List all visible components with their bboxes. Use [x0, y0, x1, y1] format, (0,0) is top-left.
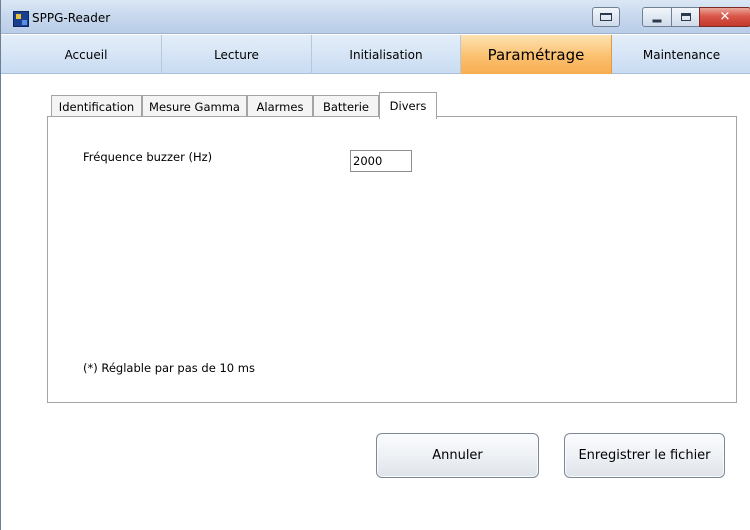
buzzer-frequency-input[interactable] [350, 150, 412, 172]
step-note: (*) Réglable par pas de 10 ms [83, 361, 255, 375]
main-nav: Accueil Lecture Initialisation Paramétra… [1, 35, 750, 74]
subtab-batterie[interactable]: Batterie [313, 95, 379, 118]
subtab-mesure-gamma[interactable]: Mesure Gamma [142, 95, 247, 118]
save-file-button[interactable]: Enregistrer le fichier [564, 433, 725, 478]
minimize-button[interactable] [642, 7, 672, 27]
subtab-alarmes[interactable]: Alarmes [247, 95, 313, 118]
window-title: SPPG-Reader [32, 11, 111, 25]
nav-tab-accueil[interactable]: Accueil [11, 35, 162, 74]
restore-glyph-icon [600, 13, 612, 21]
cancel-button[interactable]: Annuler [376, 433, 539, 478]
buzzer-frequency-label: Fréquence buzzer (Hz) [83, 150, 213, 164]
subtab-divers[interactable]: Divers [379, 92, 437, 119]
nav-tab-initialisation[interactable]: Initialisation [312, 35, 461, 74]
close-icon: ✕ [719, 9, 731, 25]
nav-tab-lecture[interactable]: Lecture [162, 35, 312, 74]
maximize-icon [680, 13, 691, 21]
restore-window-icon[interactable] [592, 7, 620, 27]
nav-tab-parametrage[interactable]: Paramétrage [461, 35, 612, 74]
app-window: SPPG-Reader ✕ Accueil Lecture Initialisa… [0, 0, 750, 530]
close-button[interactable]: ✕ [699, 7, 750, 27]
maximize-button[interactable] [671, 7, 700, 27]
nav-tab-maintenance[interactable]: Maintenance [612, 35, 750, 74]
app-logo-icon [13, 11, 29, 27]
minimize-icon [652, 19, 662, 23]
subtab-identification[interactable]: Identification [51, 95, 142, 118]
title-bar: SPPG-Reader ✕ [1, 0, 750, 34]
divers-panel: Fréquence buzzer (Hz) (*) Réglable par p… [47, 116, 737, 403]
